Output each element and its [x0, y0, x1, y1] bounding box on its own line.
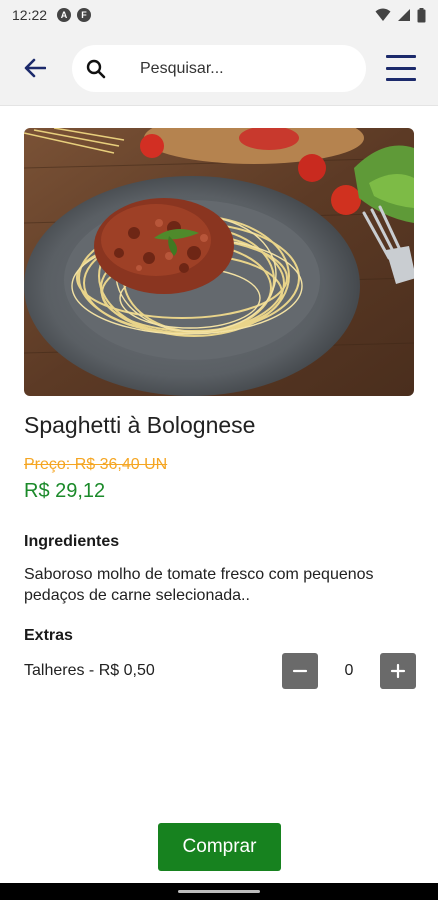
current-price: R$ 29,12	[24, 480, 106, 502]
product-image	[24, 128, 414, 396]
search-bar[interactable]	[72, 45, 366, 92]
menu-button[interactable]	[386, 55, 416, 81]
status-icons	[375, 7, 426, 23]
arrow-left-icon	[24, 58, 46, 78]
spaghetti-photo	[24, 128, 414, 396]
signal-icon	[398, 9, 410, 21]
system-nav-bar	[0, 883, 438, 900]
wifi-icon	[375, 8, 391, 21]
search-input[interactable]	[140, 59, 320, 78]
minus-icon	[292, 669, 308, 673]
notification-app-icon: A	[57, 8, 72, 22]
status-time: 12:22	[12, 7, 48, 23]
plus-icon	[390, 663, 406, 679]
hamburger-icon-line	[386, 78, 416, 81]
ingredients-title: Ingredientes	[24, 533, 120, 550]
increase-quantity-button[interactable]	[380, 653, 416, 689]
battery-icon	[417, 7, 426, 22]
back-button[interactable]	[18, 53, 52, 83]
home-gesture-handle[interactable]	[178, 890, 260, 893]
extras-title: Extras	[24, 627, 73, 644]
notification-app-icon-2: F	[77, 8, 92, 22]
status-bar: 12:22 A F	[0, 0, 438, 30]
product-name: Spaghetti à Bolognese	[24, 412, 256, 438]
app-header	[0, 30, 438, 106]
ingredients-description: Saboroso molho de tomate fresco com pequ…	[24, 566, 374, 604]
buy-button[interactable]: Comprar	[158, 823, 281, 871]
search-icon[interactable]	[84, 57, 108, 81]
hamburger-icon-line	[386, 55, 416, 58]
extra-item-label: Talheres - R$ 0,50	[24, 662, 155, 679]
extra-item-quantity: 0	[344, 662, 354, 679]
old-price: Preço: R$ 36,40 UN	[24, 456, 168, 473]
decrease-quantity-button[interactable]	[282, 653, 318, 689]
hamburger-icon-line	[386, 66, 416, 70]
